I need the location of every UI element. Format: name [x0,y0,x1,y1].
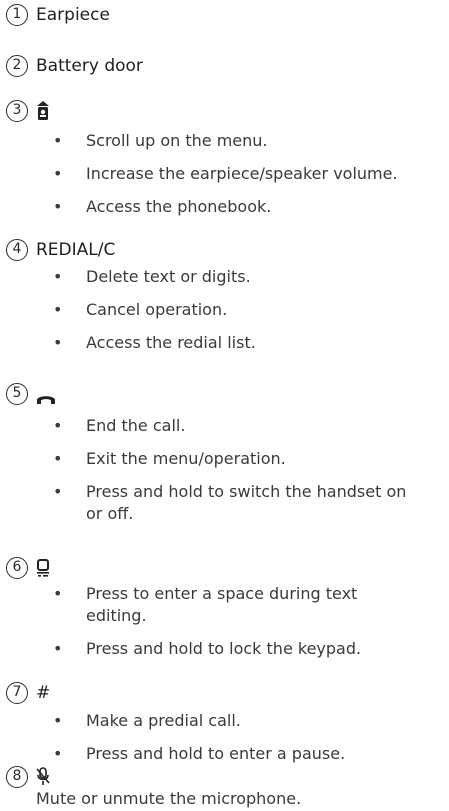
end-call-icon [37,396,55,404]
bullet-list: • Delete text or digits. • Cancel operatio… [0,266,435,365]
list-item: • Press and hold to enter a pause. [53,744,346,763]
list-item: • Press to enter a space during text edit… [53,584,358,625]
item-number: 5 [6,383,28,405]
list-item: • Cancel operation. [53,300,228,319]
phonebook-up-icon [37,101,49,120]
item-number: 8 [6,766,28,788]
item-heading: # [36,683,51,703]
list-item: • Press and hold to switch the handset on… [53,482,407,523]
item-number: 1 [6,4,28,26]
manual-page: 1 Earpiece 2 Battery door 3 • Scroll up o… [0,0,449,811]
bullet-list: • Press to enter a space during text edit… [0,583,435,671]
list-item: • Scroll up on the menu. [53,131,268,150]
bullet-list: • End the call. • Exit the menu/operation.… [0,415,435,536]
item-number: 2 [6,55,28,77]
item-number: 6 [6,557,28,579]
list-item: • Exit the menu/operation. [53,449,286,468]
keylock-icon [37,559,49,577]
list-item: • Access the redial list. [53,333,256,352]
item-heading: REDIAL/C [36,240,116,260]
list-item: • Make a predial call. [53,711,241,730]
bullet-list: • Make a predial call. • Press and hold to… [0,710,435,776]
item-heading: Earpiece [36,5,110,25]
mute-microphone-icon [36,767,50,785]
item-description: Mute or unmute the microphone. [36,789,302,808]
list-item: • Delete text or digits. [53,267,251,286]
item-number: 4 [6,239,28,261]
item-number: 3 [6,100,28,122]
list-item: • Access the phonebook. [53,197,272,216]
bullet-list: • Scroll up on the menu. • Increase the ea… [0,130,435,229]
item-number: 7 [6,682,28,704]
list-item: • Increase the earpiece/speaker volume. [53,164,398,183]
item-heading: Battery door [36,56,143,76]
list-item: • Press and hold to lock the keypad. [53,639,362,658]
list-item: • End the call. [53,416,186,435]
